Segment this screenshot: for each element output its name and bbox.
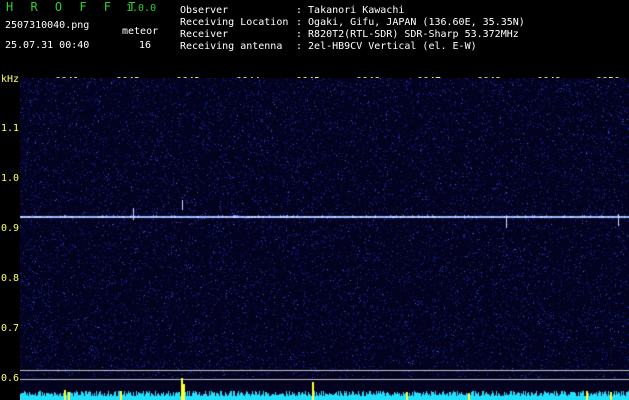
freq-tick: 0.7: [1, 323, 20, 334]
location-value: : Ogaki, Gifu, JAPAN (136.60E, 35.35N): [296, 17, 525, 28]
spectrogram-canvas: [20, 78, 629, 400]
freq-unit: kHz: [1, 74, 20, 85]
location-label: Receiving Location: [180, 17, 289, 28]
antenna-value: : 2el-HB9CV Vertical (el. E-W): [296, 41, 477, 52]
freq-tick: 0.6: [1, 373, 20, 384]
freq-tick: 0.8: [1, 273, 20, 284]
freq-tick: 1.1: [1, 123, 20, 134]
observer-label: Observer: [180, 5, 229, 16]
frequency-axis: kHz 1.1 1.0 0.9 0.8 0.7 0.6: [0, 72, 20, 400]
meteor-label: meteor: [122, 26, 159, 37]
antenna-label: Receiving antenna: [180, 41, 283, 52]
receiver-value: : R820T2(RTL-SDR) SDR-Sharp 53.372MHz: [296, 29, 519, 40]
observer-value: : Takanori Kawachi: [296, 5, 405, 16]
app-version: 1.0.0: [126, 3, 157, 14]
date-time: 25.07.31 00:40: [5, 40, 90, 51]
freq-tick: 0.9: [1, 223, 20, 234]
receiver-label: Receiver: [180, 29, 229, 40]
hroft-window: H R O F F T 1.0.0 2507310040.png meteor …: [0, 0, 629, 400]
spectrogram-panel: [20, 78, 629, 400]
meteor-count: 16: [139, 40, 152, 51]
app-title: H R O F F T: [6, 0, 141, 14]
file-name: 2507310040.png: [5, 20, 90, 31]
header-panel: H R O F F T 1.0.0 2507310040.png meteor …: [0, 0, 629, 72]
freq-tick: 1.0: [1, 173, 20, 184]
